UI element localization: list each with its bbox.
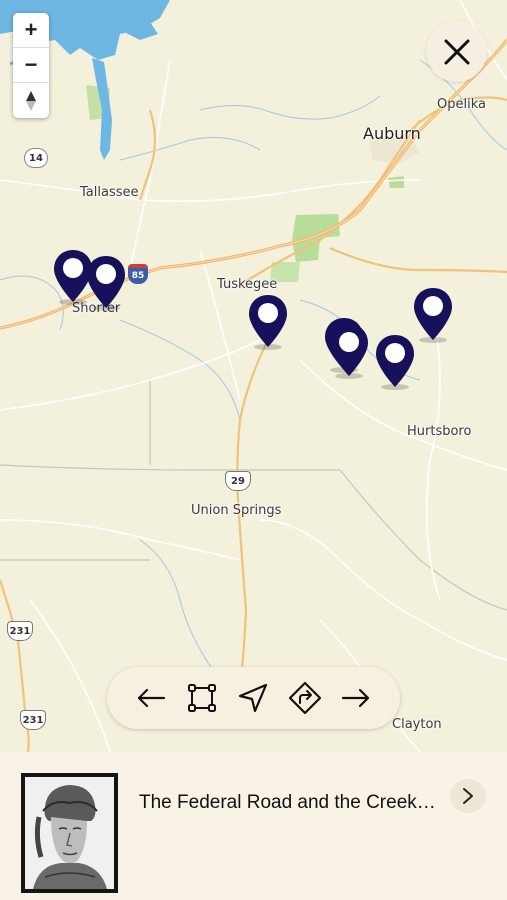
close-map-button[interactable] xyxy=(426,21,487,82)
map-marker-3[interactable] xyxy=(247,293,289,351)
route-shield-al-14: 14 xyxy=(24,148,48,168)
route-shield-us-231-north: 231 xyxy=(7,621,33,641)
map-pin-icon xyxy=(330,324,368,379)
route-shield-us-29: 29 xyxy=(225,471,251,491)
route-shield-us-231-south: 231 xyxy=(20,710,46,730)
chevron-right-icon xyxy=(463,788,473,804)
tour-title[interactable]: The Federal Road and the Creek Indians xyxy=(139,792,439,814)
map-pin-icon xyxy=(414,288,452,343)
map-view[interactable]: Opelika Auburn Tallassee Tuskegee Shorte… xyxy=(0,0,507,752)
arrow-right-icon xyxy=(342,688,370,708)
map-marker-2[interactable] xyxy=(85,254,127,312)
compass-icon xyxy=(26,90,36,111)
place-label-tuskegee: Tuskegee xyxy=(217,277,278,292)
map-marker-4[interactable] xyxy=(412,286,454,344)
open-tour-button[interactable] xyxy=(450,779,486,813)
map-pin-icon xyxy=(376,335,414,390)
bounding-box-icon xyxy=(188,684,217,712)
compass-button[interactable] xyxy=(13,83,49,118)
directions-button[interactable] xyxy=(285,678,325,718)
place-label-clayton: Clayton xyxy=(392,717,442,732)
map-marker-7[interactable] xyxy=(374,333,416,391)
zoom-control: + − xyxy=(13,13,49,118)
my-location-button[interactable] xyxy=(233,678,273,718)
fit-bounds-button[interactable] xyxy=(182,678,222,718)
place-label-auburn: Auburn xyxy=(363,124,421,143)
navigation-arrow-icon xyxy=(239,683,268,713)
map-toolbar xyxy=(107,667,400,729)
previous-button[interactable] xyxy=(131,678,171,718)
route-shield-i-85: 85 xyxy=(128,264,148,284)
place-label-tallassee: Tallassee xyxy=(80,185,139,200)
next-button[interactable] xyxy=(336,678,376,718)
directions-icon xyxy=(288,681,321,715)
map-pin-icon xyxy=(87,256,125,311)
arrow-left-icon xyxy=(137,688,165,708)
close-icon xyxy=(444,39,469,64)
zoom-in-button[interactable]: + xyxy=(13,13,49,48)
map-marker-6[interactable] xyxy=(328,322,370,380)
place-label-opelika: Opelika xyxy=(437,97,486,112)
portrait-image xyxy=(25,777,114,889)
tour-thumbnail[interactable] xyxy=(21,773,118,893)
map-pin-icon xyxy=(249,295,287,350)
place-label-hurtsboro: Hurtsboro xyxy=(407,424,472,439)
place-label-union-springs: Union Springs xyxy=(191,503,282,518)
map-base xyxy=(0,0,507,752)
zoom-out-button[interactable]: − xyxy=(13,48,49,83)
